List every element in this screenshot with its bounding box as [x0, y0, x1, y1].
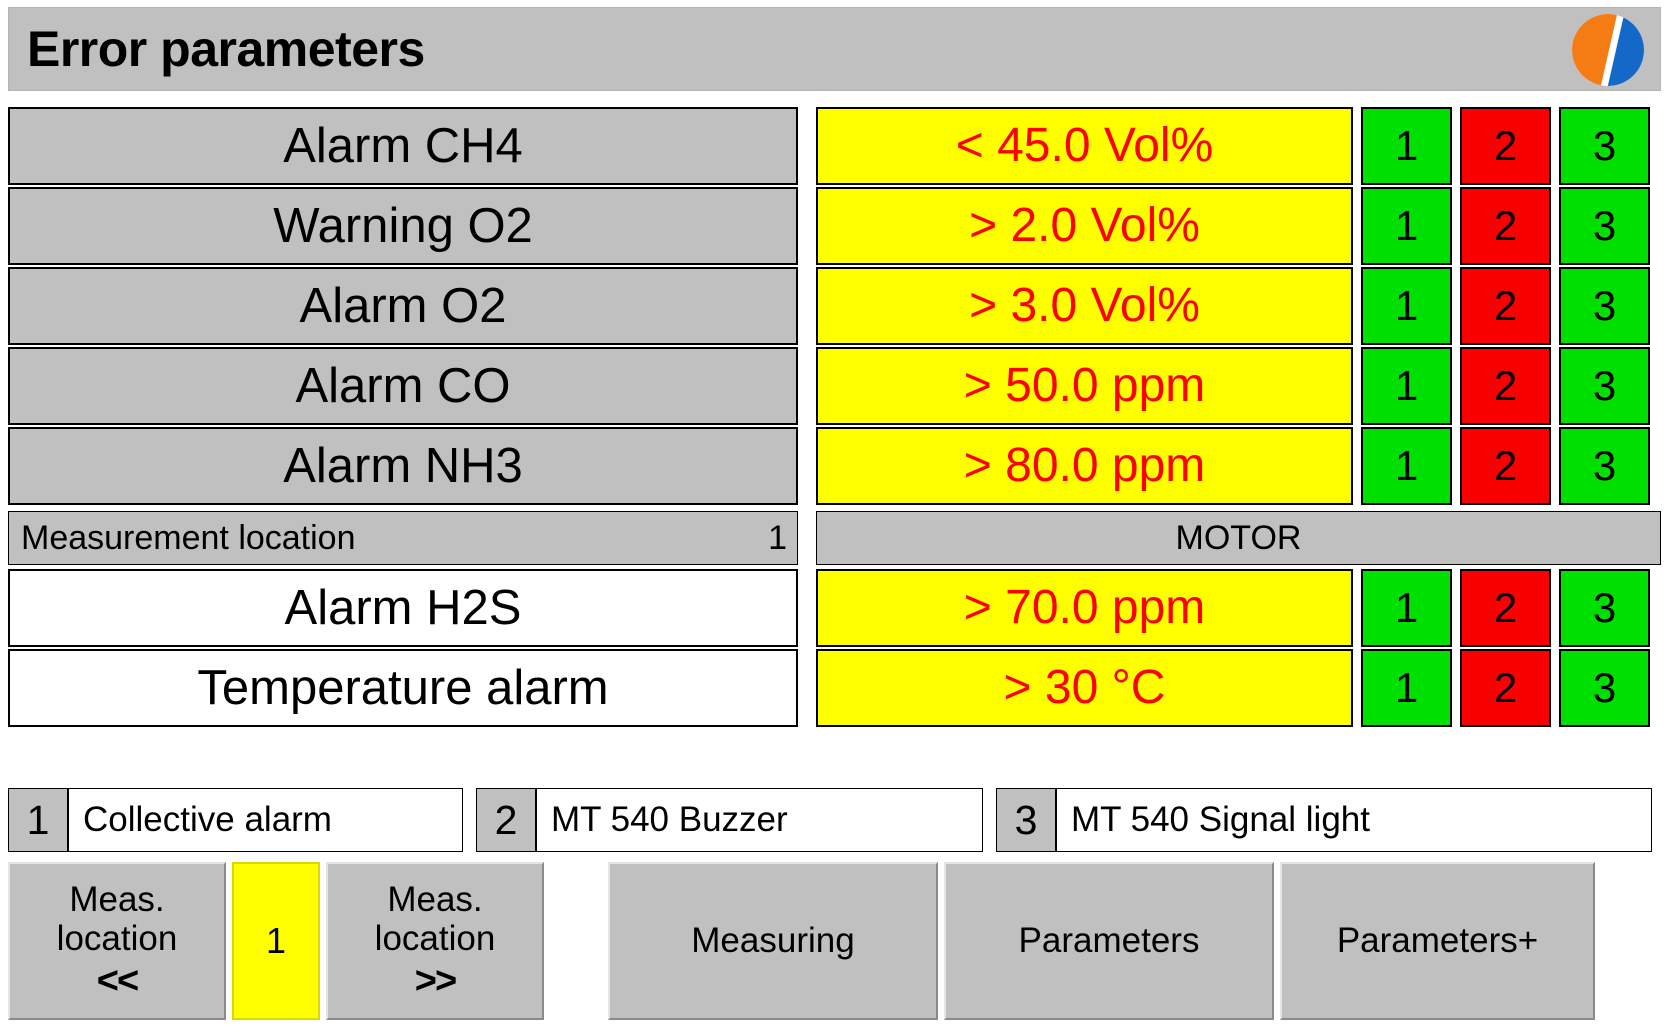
indicator-2-1[interactable]: 1	[1361, 267, 1452, 345]
button-gap	[544, 862, 608, 1020]
table-row: Warning O2 > 2.0 Vol% 1 2 3	[8, 187, 1661, 265]
legend-text-3: MT 540 Signal light	[1056, 788, 1652, 852]
indicator-3-2[interactable]: 2	[1460, 347, 1551, 425]
indicator-0-1[interactable]: 1	[1361, 107, 1452, 185]
measurement-location-label: Measurement location	[21, 518, 356, 557]
page-title: Error parameters	[27, 21, 425, 77]
title-bar: Error parameters	[8, 7, 1661, 91]
legend-item: 3 MT 540 Signal light	[996, 788, 1652, 852]
alarm-value-5[interactable]: > 70.0 ppm	[816, 569, 1353, 647]
prev-measurement-location-button[interactable]: Meas. location <<	[8, 862, 226, 1020]
measurement-location-number: 1	[768, 518, 787, 557]
column-gap	[1353, 569, 1361, 647]
prev-button-line2: location	[56, 918, 178, 958]
legend-text-1: Collective alarm	[68, 788, 463, 852]
bottom-button-bar: Meas. location << 1 Meas. location >> Me…	[8, 862, 1661, 1020]
prev-arrow-icon: <<	[96, 959, 139, 1002]
indicator-0-2[interactable]: 2	[1460, 107, 1551, 185]
legend-key-2: 2	[476, 788, 536, 852]
legend-text-2: MT 540 Buzzer	[536, 788, 983, 852]
parameters-grid: Alarm CH4 < 45.0 Vol% 1 2 3 Warning O2 >…	[8, 107, 1661, 747]
next-button-line1: Meas.	[387, 879, 483, 919]
column-gap	[798, 511, 816, 565]
indicator-1-1[interactable]: 1	[1361, 187, 1452, 265]
column-gap	[798, 649, 816, 727]
next-measurement-location-button[interactable]: Meas. location >>	[326, 862, 544, 1020]
indicator-5-1[interactable]: 1	[1361, 569, 1452, 647]
error-parameters-screen: Error parameters Alarm CH4 < 45.0 Vol% 1	[0, 0, 1669, 1032]
legend-key-1: 1	[8, 788, 68, 852]
indicator-4-3[interactable]: 3	[1559, 427, 1650, 505]
column-gap	[1353, 107, 1361, 185]
company-logo-icon	[1570, 12, 1646, 88]
column-gap	[798, 347, 816, 425]
legend-key-3: 3	[996, 788, 1056, 852]
column-gap	[798, 187, 816, 265]
column-gap	[798, 107, 816, 185]
alarm-label-3[interactable]: Alarm CO	[8, 347, 798, 425]
alarm-value-3[interactable]: > 50.0 ppm	[816, 347, 1353, 425]
column-gap	[1353, 427, 1361, 505]
table-row: Alarm CO > 50.0 ppm 1 2 3	[8, 347, 1661, 425]
parameters-plus-button[interactable]: Parameters+	[1280, 862, 1595, 1020]
next-button-line2: location	[374, 918, 496, 958]
indicator-6-1[interactable]: 1	[1361, 649, 1452, 727]
indicator-1-3[interactable]: 3	[1559, 187, 1650, 265]
alarm-value-6[interactable]: > 30 °C	[816, 649, 1353, 727]
legend-item: 2 MT 540 Buzzer	[476, 788, 983, 852]
indicator-4-1[interactable]: 1	[1361, 427, 1452, 505]
legend-bar: 1 Collective alarm 2 MT 540 Buzzer 3 MT …	[8, 788, 1661, 852]
alarm-value-2[interactable]: > 3.0 Vol%	[816, 267, 1353, 345]
alarm-label-2[interactable]: Alarm O2	[8, 267, 798, 345]
indicator-3-3[interactable]: 3	[1559, 347, 1650, 425]
alarm-label-6[interactable]: Temperature alarm	[8, 649, 798, 727]
alarm-label-4[interactable]: Alarm NH3	[8, 427, 798, 505]
table-row: Alarm CH4 < 45.0 Vol% 1 2 3	[8, 107, 1661, 185]
indicator-6-3[interactable]: 3	[1559, 649, 1650, 727]
column-gap	[1353, 187, 1361, 265]
alarm-label-5[interactable]: Alarm H2S	[8, 569, 798, 647]
prev-button-line1: Meas.	[69, 879, 165, 919]
alarm-value-0[interactable]: < 45.0 Vol%	[816, 107, 1353, 185]
indicator-6-2[interactable]: 2	[1460, 649, 1551, 727]
measurement-location-box[interactable]: Measurement location 1	[8, 511, 798, 565]
current-location-display[interactable]: 1	[232, 862, 320, 1020]
legend-gap	[463, 788, 476, 852]
measurement-location-row: Measurement location 1 MOTOR	[8, 511, 1661, 565]
indicator-1-2[interactable]: 2	[1460, 187, 1551, 265]
alarm-value-1[interactable]: > 2.0 Vol%	[816, 187, 1353, 265]
parameters-button[interactable]: Parameters	[944, 862, 1274, 1020]
column-gap	[1353, 649, 1361, 727]
table-row: Alarm NH3 > 80.0 ppm 1 2 3	[8, 427, 1661, 505]
indicator-3-1[interactable]: 1	[1361, 347, 1452, 425]
indicator-5-2[interactable]: 2	[1460, 569, 1551, 647]
alarm-label-1[interactable]: Warning O2	[8, 187, 798, 265]
table-row: Temperature alarm > 30 °C 1 2 3	[8, 649, 1661, 727]
alarm-label-0[interactable]: Alarm CH4	[8, 107, 798, 185]
column-gap	[798, 569, 816, 647]
measuring-button[interactable]: Measuring	[608, 862, 938, 1020]
legend-gap	[983, 788, 996, 852]
indicator-0-3[interactable]: 3	[1559, 107, 1650, 185]
column-gap	[1353, 347, 1361, 425]
column-gap	[798, 267, 816, 345]
alarm-value-4[interactable]: > 80.0 ppm	[816, 427, 1353, 505]
next-arrow-icon: >>	[414, 959, 457, 1002]
indicator-4-2[interactable]: 2	[1460, 427, 1551, 505]
table-row: Alarm O2 > 3.0 Vol% 1 2 3	[8, 267, 1661, 345]
column-gap	[798, 427, 816, 505]
measurement-location-name[interactable]: MOTOR	[816, 511, 1661, 565]
column-gap	[1353, 267, 1361, 345]
indicator-2-2[interactable]: 2	[1460, 267, 1551, 345]
indicator-2-3[interactable]: 3	[1559, 267, 1650, 345]
legend-item: 1 Collective alarm	[8, 788, 463, 852]
indicator-5-3[interactable]: 3	[1559, 569, 1650, 647]
table-row: Alarm H2S > 70.0 ppm 1 2 3	[8, 569, 1661, 647]
